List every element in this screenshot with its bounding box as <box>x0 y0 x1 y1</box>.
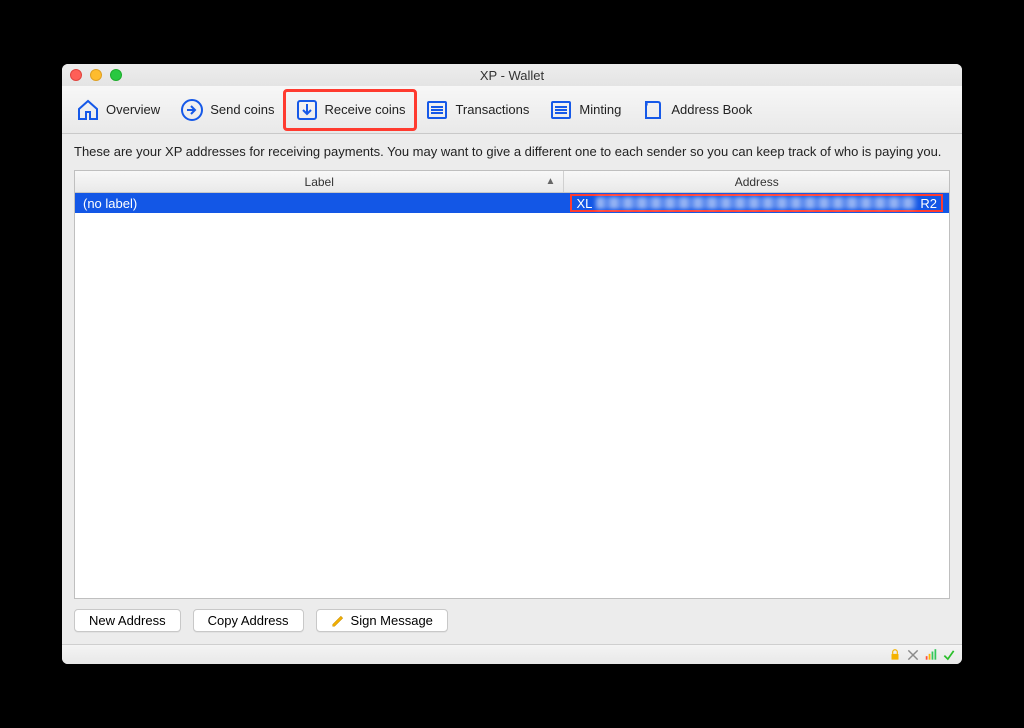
table-body: (no label) XL R2 <box>75 193 949 598</box>
lock-icon[interactable] <box>888 648 902 662</box>
signal-icon[interactable] <box>924 648 938 662</box>
arrow-down-icon <box>295 98 319 122</box>
copy-address-button[interactable]: Copy Address <box>193 609 304 632</box>
tab-transactions-label: Transactions <box>455 102 529 117</box>
sign-message-label: Sign Message <box>351 613 433 628</box>
tab-overview[interactable]: Overview <box>66 91 170 129</box>
content-area: These are your XP addresses for receivin… <box>62 134 962 644</box>
tab-transactions[interactable]: Transactions <box>415 91 539 129</box>
maximize-window-button[interactable] <box>110 69 122 81</box>
tab-receive-coins[interactable]: Receive coins <box>285 91 416 129</box>
tools-icon[interactable] <box>906 648 920 662</box>
copy-address-label: Copy Address <box>208 613 289 628</box>
address-prefix: XL <box>576 196 592 211</box>
cell-address: XL R2 <box>564 194 949 212</box>
window-title: XP - Wallet <box>62 68 962 83</box>
sign-message-button[interactable]: Sign Message <box>316 609 448 632</box>
column-header-label-text: Label <box>305 175 334 189</box>
tab-minting[interactable]: Minting <box>539 91 631 129</box>
tab-address-book-label: Address Book <box>671 102 752 117</box>
pencil-icon <box>331 614 345 628</box>
address-redacted <box>596 197 916 209</box>
column-header-address[interactable]: Address <box>564 171 949 192</box>
toolbar: Overview Send coins Receive coins Transa… <box>62 86 962 134</box>
statusbar <box>62 644 962 664</box>
new-address-button[interactable]: New Address <box>74 609 181 632</box>
tab-overview-label: Overview <box>106 102 160 117</box>
sort-ascending-icon: ▲ <box>546 176 556 187</box>
address-suffix: R2 <box>920 196 937 211</box>
table-header: Label ▲ Address <box>75 171 949 193</box>
arrow-right-icon <box>180 98 204 122</box>
list-icon <box>425 98 449 122</box>
close-window-button[interactable] <box>70 69 82 81</box>
tab-minting-label: Minting <box>579 102 621 117</box>
page-description: These are your XP addresses for receivin… <box>74 144 950 160</box>
titlebar: XP - Wallet <box>62 64 962 86</box>
column-header-address-text: Address <box>735 175 779 189</box>
tab-send-coins[interactable]: Send coins <box>170 91 284 129</box>
address-table: Label ▲ Address (no label) XL R2 <box>74 170 950 599</box>
app-window: XP - Wallet Overview Send coins Receive … <box>62 64 962 664</box>
column-header-label[interactable]: Label ▲ <box>75 171 564 192</box>
traffic-lights <box>70 69 122 81</box>
minimize-window-button[interactable] <box>90 69 102 81</box>
table-row[interactable]: (no label) XL R2 <box>75 193 949 213</box>
cell-label: (no label) <box>75 196 564 211</box>
tab-receive-coins-label: Receive coins <box>325 102 406 117</box>
check-icon[interactable] <box>942 648 956 662</box>
list-icon <box>549 98 573 122</box>
address-highlight: XL R2 <box>570 194 943 212</box>
tab-send-coins-label: Send coins <box>210 102 274 117</box>
tab-address-book[interactable]: Address Book <box>631 91 762 129</box>
new-address-label: New Address <box>89 613 166 628</box>
home-icon <box>76 98 100 122</box>
book-icon <box>641 98 665 122</box>
button-row: New Address Copy Address Sign Message <box>74 599 950 644</box>
